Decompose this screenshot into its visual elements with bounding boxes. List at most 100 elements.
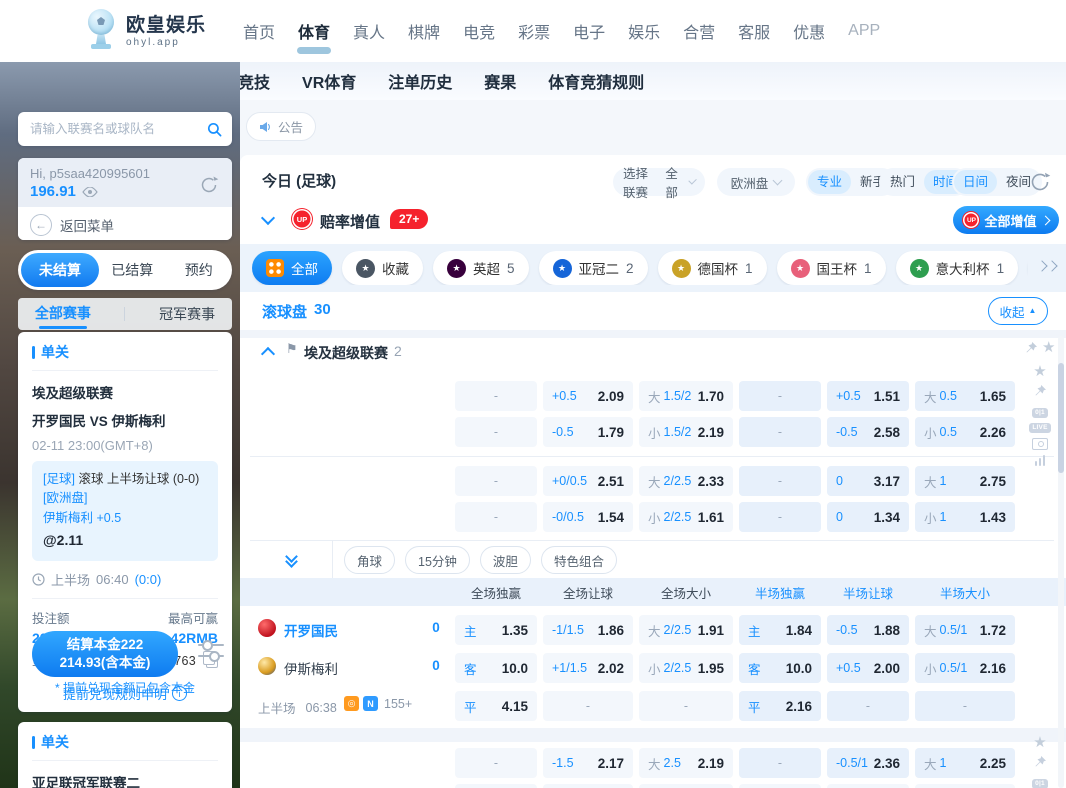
odds-cell[interactable]	[543, 784, 633, 788]
pin-icon[interactable]	[1033, 384, 1047, 403]
odds-cell[interactable]: 大1.5/21.70	[639, 381, 733, 411]
market-select[interactable]: 欧洲盘	[717, 168, 795, 196]
column-header-1[interactable]: 全场让球	[543, 578, 633, 606]
nav-item-3[interactable]: 棋牌	[408, 0, 440, 62]
odds-cell[interactable]: -0.51.88	[827, 615, 909, 645]
nav-item-5[interactable]: 彩票	[518, 0, 550, 62]
odds-cell[interactable]: -	[455, 502, 537, 532]
market-pill-2[interactable]: 波胆	[480, 546, 531, 574]
odds-cell[interactable]: 小0.5/12.16	[915, 653, 1015, 683]
odds-cell[interactable]: -	[827, 691, 909, 721]
odds-cell[interactable]: -	[739, 502, 821, 532]
stats-bars-icon[interactable]	[1035, 455, 1046, 466]
toggle-option-0[interactable]: 日间	[954, 170, 997, 194]
odds-cell[interactable]: -	[739, 466, 821, 496]
refresh-odds-icon[interactable]	[1028, 170, 1052, 194]
odds-cell[interactable]: -	[915, 691, 1015, 721]
pin-icon[interactable]	[1024, 341, 1038, 360]
odds-cell[interactable]: -0.51.79	[543, 417, 633, 447]
odds-cell[interactable]: -	[639, 691, 733, 721]
nav-item-4[interactable]: 赛果	[484, 62, 516, 100]
toggle-option-0[interactable]: 专业	[808, 170, 851, 194]
odds-cell[interactable]: -	[739, 381, 821, 411]
odds-cell[interactable]	[455, 784, 537, 788]
odds-cell[interactable]: +0.52.00	[827, 653, 909, 683]
scrollbar-thumb[interactable]	[1058, 363, 1064, 473]
refresh-balance-icon[interactable]	[198, 174, 220, 196]
favorite-star-icon[interactable]: ★	[1033, 364, 1046, 379]
announcement-pill[interactable]: 公告	[246, 112, 316, 141]
odds-cell[interactable]: 03.17	[827, 466, 909, 496]
bet-status-tab-1[interactable]: 已结算	[99, 260, 166, 280]
odds-cell[interactable]: -	[739, 417, 821, 447]
nav-item-4[interactable]: 电竞	[463, 0, 495, 62]
market-pill-3[interactable]: 特色组合	[541, 546, 617, 574]
nav-item-3[interactable]: 注单历史	[388, 62, 452, 100]
nav-item-1[interactable]: 体育	[298, 0, 330, 62]
odds-cell[interactable]	[827, 784, 909, 788]
column-header-4[interactable]: 半场让球	[827, 578, 909, 606]
league-tab-3[interactable]: ★亚冠二2	[539, 251, 648, 285]
odds-cell[interactable]: 大0.5/11.72	[915, 615, 1015, 645]
odds-cell[interactable]: 平4.15	[455, 691, 537, 721]
nav-item-7[interactable]: 娱乐	[628, 0, 660, 62]
odds-cell[interactable]: 平2.16	[739, 691, 821, 721]
odds-cell[interactable]: 大12.75	[915, 466, 1015, 496]
odds-cell[interactable]: 大2.52.19	[639, 748, 733, 778]
odds-cell[interactable]: -	[455, 417, 537, 447]
odds-cell[interactable]: +0/0.52.51	[543, 466, 633, 496]
nav-item-6[interactable]: 电子	[573, 0, 605, 62]
odds-cell[interactable]: 主1.35	[455, 615, 537, 645]
cashout-slider-icon[interactable]	[198, 640, 224, 662]
favorite-star-icon[interactable]: ★	[1042, 340, 1055, 355]
market-pill-1[interactable]: 15分钟	[405, 546, 470, 574]
league-tab-4[interactable]: ★德国杯1	[658, 251, 767, 285]
league-tab-5[interactable]: ★国王杯1	[777, 251, 886, 285]
expand-markets[interactable]	[250, 540, 333, 578]
odds-cell[interactable]: 大2/2.51.91	[639, 615, 733, 645]
odds-cell[interactable]: -	[543, 691, 633, 721]
odds-cell[interactable]: -1/1.51.86	[543, 615, 633, 645]
market-pill-0[interactable]: 角球	[344, 546, 395, 574]
markets-count[interactable]: 155+	[384, 697, 412, 711]
nav-item-8[interactable]: 合营	[683, 0, 715, 62]
cashout-rules-link[interactable]: 提前兑现规则申明 i	[18, 684, 232, 703]
odds-cell[interactable]	[739, 784, 821, 788]
nav-item-11[interactable]: APP	[848, 0, 880, 62]
column-header-2[interactable]: 全场大小	[639, 578, 733, 606]
odds-cell[interactable]: 小2/2.51.61	[639, 502, 733, 532]
league-select[interactable]: 选择联赛 全部	[613, 168, 705, 196]
odds-cell[interactable]: 大0.51.65	[915, 381, 1015, 411]
odds-cell[interactable]: -0.5/12.36	[827, 748, 909, 778]
back-to-menu[interactable]: ← 返回菜单	[18, 207, 232, 240]
nav-item-2[interactable]: VR体育	[302, 62, 356, 100]
league-tab-2[interactable]: ★英超5	[433, 251, 529, 285]
nav-item-10[interactable]: 优惠	[793, 0, 825, 62]
league-tab-0[interactable]: 全部	[252, 251, 332, 285]
corner-stats-icon[interactable]: 0|1	[1032, 408, 1048, 418]
odds-cell[interactable]: -1.52.17	[543, 748, 633, 778]
odds-cell[interactable]: -0/0.51.54	[543, 502, 633, 532]
home-team-name[interactable]: 开罗国民	[284, 620, 338, 640]
nav-item-9[interactable]: 客服	[738, 0, 770, 62]
search-input[interactable]	[28, 121, 207, 137]
nav-item-5[interactable]: 体育竞猜规则	[548, 62, 644, 100]
cashout-button[interactable]: 结算本金222 214.93(含本金)	[32, 631, 178, 677]
column-header-3[interactable]: 半场独赢	[739, 578, 821, 606]
nav-item-2[interactable]: 真人	[353, 0, 385, 62]
odds-cell[interactable]: 主1.84	[739, 615, 821, 645]
odds-cell[interactable]: -0.52.58	[827, 417, 909, 447]
odds-cell[interactable]: -	[455, 381, 537, 411]
odds-cell[interactable]: 大2/2.52.33	[639, 466, 733, 496]
odds-cell[interactable]: 客10.0	[455, 653, 537, 683]
odds-cell[interactable]: 客10.0	[739, 653, 821, 683]
odds-cell[interactable]: -	[455, 466, 537, 496]
odds-cell[interactable]: +1/1.52.02	[543, 653, 633, 683]
corner-stats-icon[interactable]: 0|1	[1032, 779, 1048, 788]
odds-cell[interactable]: -	[455, 748, 537, 778]
league-tab-1[interactable]: ★收藏	[342, 251, 423, 285]
tab-all-events[interactable]: 全部赛事	[35, 303, 91, 326]
column-header-0[interactable]: 全场独赢	[455, 578, 537, 606]
favorite-star-icon[interactable]: ★	[1033, 735, 1046, 750]
odds-cell[interactable]: +0.51.51	[827, 381, 909, 411]
